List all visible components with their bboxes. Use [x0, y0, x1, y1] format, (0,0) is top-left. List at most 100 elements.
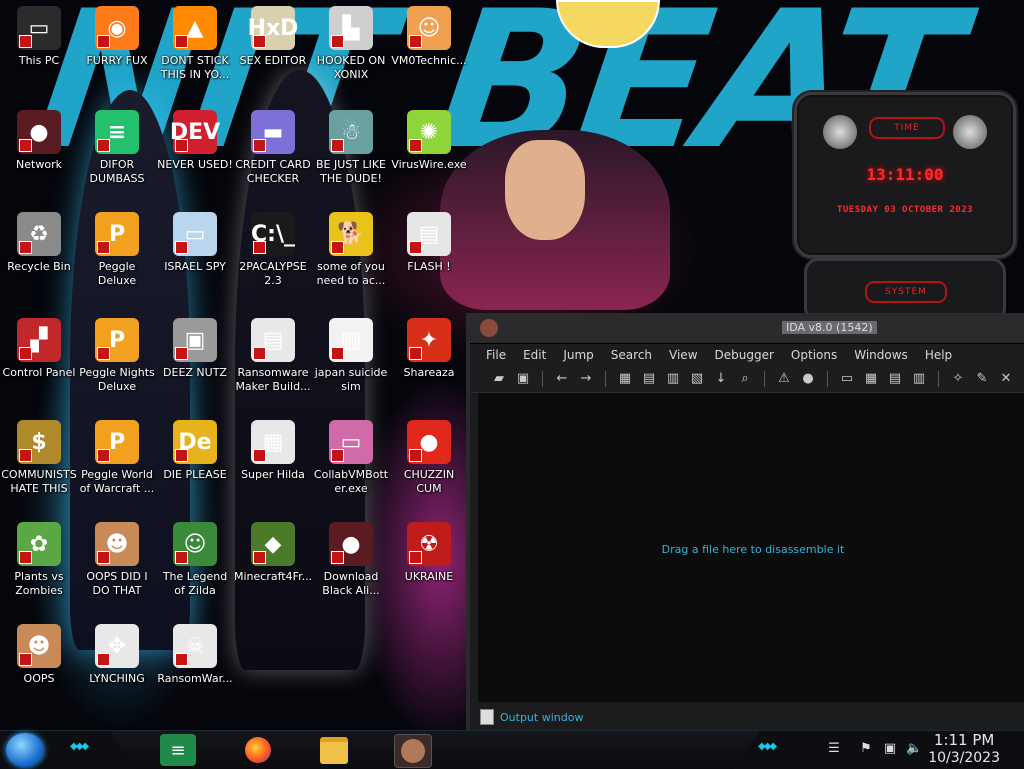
menu-item-options[interactable]: Options	[791, 348, 837, 362]
desktop-icon[interactable]: ♻ Recycle Bin	[0, 212, 78, 274]
desktop-icon[interactable]: ☠ RansomWar...	[156, 624, 234, 686]
desktop-icon[interactable]: ▣ DEEZ NUTZ	[156, 318, 234, 380]
back-icon[interactable]: ←	[553, 370, 571, 388]
desktop-icon[interactable]: ▦ Super Hilda	[234, 420, 312, 482]
desktop-icon[interactable]: HxD SEX EDITOR	[234, 6, 312, 68]
forward-icon[interactable]: →	[577, 370, 595, 388]
desktop-icon[interactable]: 🐕 some of you need to ac...	[312, 212, 390, 288]
icon-glyph: ✺	[419, 119, 439, 145]
app-icon: ☻	[17, 624, 61, 668]
desktop-icon[interactable]: ☃ BE JUST LIKE THE DUDE!	[312, 110, 390, 186]
desktop-icon-label: Network	[16, 158, 62, 171]
plugin-icon[interactable]: ✧	[949, 370, 967, 388]
desktop-icon[interactable]: ● Network	[0, 110, 78, 172]
str-icon[interactable]: ▭	[838, 370, 856, 388]
save-icon[interactable]: ▣	[514, 370, 532, 388]
desktop-icon[interactable]: ▬ CREDIT CARD CHECKER	[234, 110, 312, 186]
array-icon[interactable]: ▦	[862, 370, 880, 388]
menu-item-file[interactable]: File	[486, 348, 506, 362]
desktop-icon[interactable]: ✦ Shareaza	[390, 318, 468, 380]
desktop-icon[interactable]: ≡ DIFOR DUMBASS	[78, 110, 156, 186]
desktop-icon[interactable]: ▙ HOOKED ON XONIX	[312, 6, 390, 82]
desktop-icon[interactable]: ▥ japan suicide sim	[312, 318, 390, 394]
network-icon[interactable]: ▣	[882, 741, 898, 757]
app-icon: ≡	[95, 110, 139, 154]
menu-item-search[interactable]: Search	[611, 348, 652, 362]
code-icon[interactable]: ▧	[688, 370, 706, 388]
desktop-icon[interactable]: ▭ CollabVMBott er.exe	[312, 420, 390, 496]
open-folder-icon[interactable]: ▰	[490, 370, 508, 388]
taskbar-app-file-explorer[interactable]	[316, 734, 352, 766]
taskbar-clock[interactable]: 1:11 PM 10/3/2023	[928, 731, 1000, 767]
data-icon[interactable]: ▥	[664, 370, 682, 388]
menu-item-jump[interactable]: Jump	[563, 348, 593, 362]
desktop-icon[interactable]: ✺ VirusWire.exe	[390, 110, 468, 172]
window-titlebar[interactable]: IDA v8.0 (1542)	[470, 313, 1024, 344]
desktop-icon[interactable]: ● Download Black Ali...	[312, 522, 390, 598]
desktop-icon[interactable]: ✥ LYNCHING	[78, 624, 156, 686]
desktop-icon[interactable]: ☻ OOPS DID I DO THAT	[78, 522, 156, 598]
menu-item-edit[interactable]: Edit	[523, 348, 546, 362]
volume-icon[interactable]: 🔈	[906, 741, 922, 757]
desktop-icon[interactable]: ☻ OOPS	[0, 624, 78, 686]
desktop-icon[interactable]: C:\_ 2PACALYPSE 2.3	[234, 212, 312, 288]
menu-item-help[interactable]: Help	[925, 348, 952, 362]
desktop-icon[interactable]: ▲ DONT STICK THIS IN YO...	[156, 6, 234, 82]
hex-icon[interactable]: ▦	[616, 370, 634, 388]
desktop-icon[interactable]: ◆ Minecraft4Fr...	[234, 522, 312, 584]
close-icon[interactable]: ✕	[997, 370, 1015, 388]
desktop-icon[interactable]: ◉ FURRY FUX	[78, 6, 156, 68]
desktop-icon[interactable]: ✿ Plants vs Zombies	[0, 522, 78, 598]
desktop-icon[interactable]: ▤ Ransomware Maker Build...	[234, 318, 312, 394]
taskbar-app-discord[interactable]: ≡	[160, 734, 196, 766]
app-icon: ☺	[407, 6, 451, 50]
app-icon: ▤	[407, 212, 451, 256]
shortcut-overlay-icon	[19, 347, 32, 360]
menu-item-windows[interactable]: Windows	[854, 348, 908, 362]
desktop-icon[interactable]: ☺ VM0Technic...	[390, 6, 468, 68]
struct-icon[interactable]: ▤	[886, 370, 904, 388]
menu-item-debugger[interactable]: Debugger	[715, 348, 774, 362]
enum-icon[interactable]: ▥	[910, 370, 928, 388]
taskbar-app-firefox[interactable]	[240, 734, 276, 766]
desktop-icon[interactable]: ▭ This PC	[0, 6, 78, 68]
desktop-icon[interactable]: ▭ ISRAEL SPY	[156, 212, 234, 274]
shortcut-overlay-icon	[19, 139, 32, 152]
desktop-icon-label: DEEZ NUTZ	[163, 366, 227, 379]
shortcut-overlay-icon	[331, 241, 344, 254]
desktop-icon[interactable]: ☺ The Legend of Zilda	[156, 522, 234, 598]
desktop-icon[interactable]: $ COMMUNISTS HATE THIS G...	[0, 420, 78, 496]
shortcut-overlay-icon	[409, 35, 422, 48]
desktop-icon[interactable]: ▞ Control Panel	[0, 318, 78, 380]
desktop-icon[interactable]: P Peggle Nights Deluxe	[78, 318, 156, 394]
desktop-icon[interactable]: De DIE PLEASE	[156, 420, 234, 482]
desktop-icon[interactable]: DEV NEVER USED!	[156, 110, 234, 172]
circle-icon[interactable]: ●	[799, 370, 817, 388]
shortcut-overlay-icon	[253, 347, 266, 360]
menu-item-view[interactable]: View	[669, 348, 697, 362]
desktop-icon-label: 2PACALYPSE 2.3	[239, 260, 307, 287]
shortcut-overlay-icon	[175, 551, 188, 564]
shortcut-overlay-icon	[97, 551, 110, 564]
desktop-icon[interactable]: P Peggle Deluxe	[78, 212, 156, 288]
search-icon[interactable]: ⌕	[736, 370, 754, 388]
jump-icon[interactable]: ↓	[712, 370, 730, 388]
desktop-icon-label: FURRY FUX	[86, 54, 148, 67]
ida-window[interactable]: IDA v8.0 (1542) File Edit Jump Search View De…	[466, 313, 1024, 730]
start-button[interactable]	[6, 733, 44, 767]
desktop-icon[interactable]: P Peggle World of Warcraft ...	[78, 420, 156, 496]
firefox-icon	[245, 737, 271, 763]
edit-icon[interactable]: ✎	[973, 370, 991, 388]
desktop-icon[interactable]: ● CHUZZIN CUM	[390, 420, 468, 496]
output-window-tab[interactable]: Output window	[480, 706, 583, 728]
flag-icon[interactable]: ⚑	[858, 741, 874, 757]
desktop-icon[interactable]: ☢ UKRAINE	[390, 522, 468, 584]
warning-icon[interactable]: ⚠	[775, 370, 793, 388]
app-icon: ◆	[251, 522, 295, 566]
desktop-icon-label: DONT STICK THIS IN YO...	[160, 54, 230, 81]
desktop-icon[interactable]: ▤ FLASH !	[390, 212, 468, 274]
tray-menu-icon[interactable]: ☰	[826, 741, 842, 757]
taskbar-app-ida[interactable]	[394, 734, 432, 768]
func-icon[interactable]: ▤	[640, 370, 658, 388]
disassembly-drop-area[interactable]: Drag a file here to disassemble it	[478, 393, 1024, 702]
